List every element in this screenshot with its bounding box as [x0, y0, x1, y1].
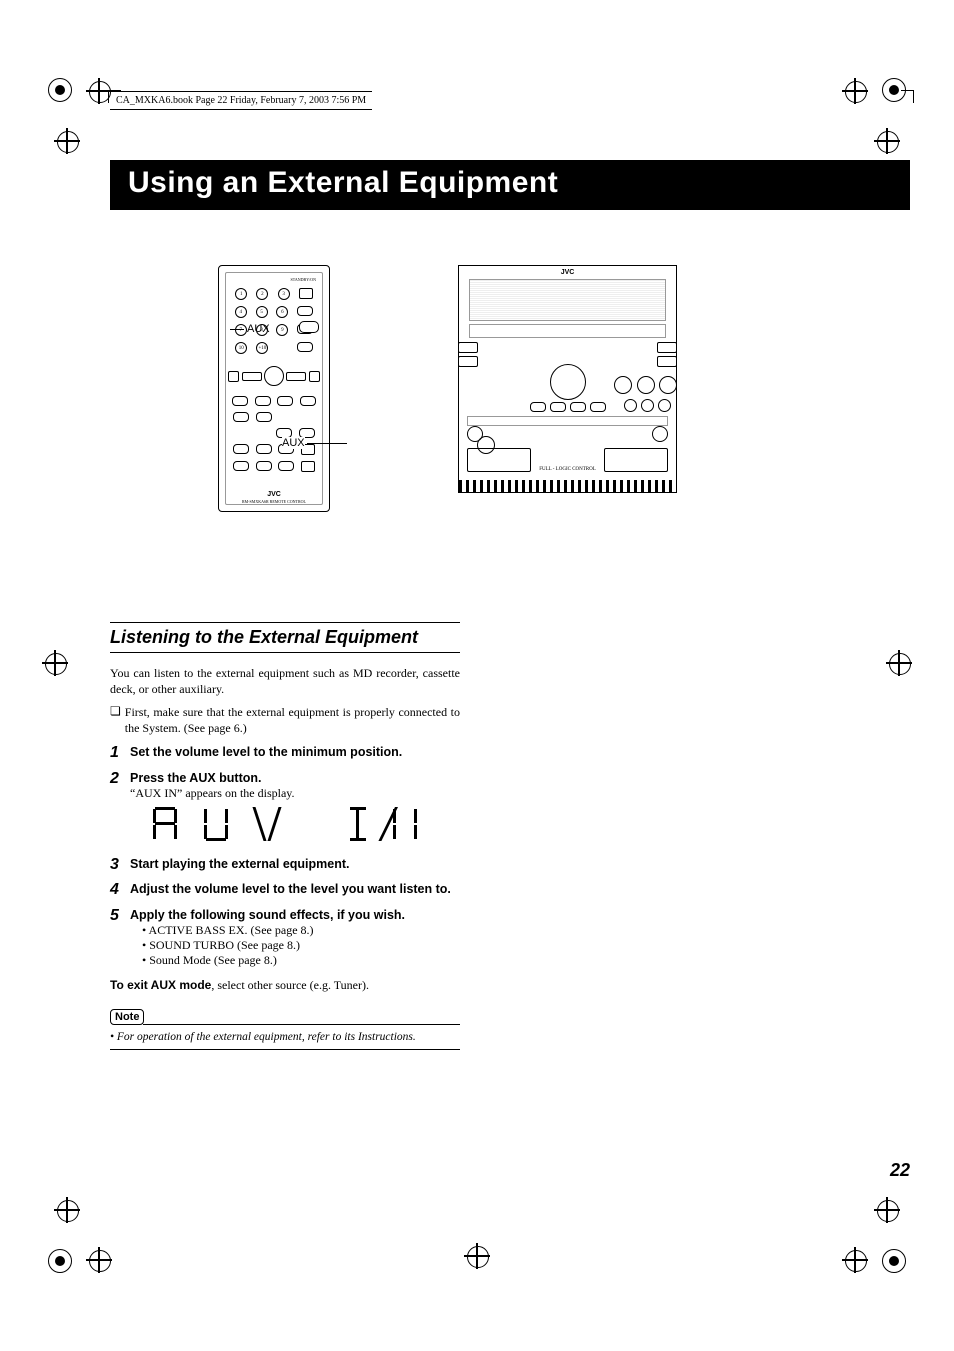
system-logo: JVC [561, 269, 575, 276]
remote-aux-button-highlight [299, 321, 319, 333]
step-text: Adjust the volume level to the level you… [130, 881, 460, 899]
section-title: Listening to the External Equipment [110, 627, 460, 648]
note-box: Note • For operation of the external equ… [110, 1009, 460, 1050]
crop-mark [54, 128, 80, 154]
leader-line [307, 443, 347, 444]
step-4: 4 Adjust the volume level to the level y… [110, 881, 460, 899]
page-number: 22 [890, 1160, 910, 1181]
step-bullet: • Sound Mode (See page 8.) [130, 953, 460, 968]
step-number: 1 [110, 744, 124, 762]
step-text: Start playing the external equipment. [130, 856, 460, 874]
step-1: 1 Set the volume level to the minimum po… [110, 744, 460, 762]
step-number: 5 [110, 907, 124, 968]
crop-mark [464, 1243, 490, 1269]
aux-label-system: AUX [282, 437, 305, 449]
step-text: Apply the following sound effects, if yo… [130, 907, 460, 923]
crop-mark [874, 1197, 900, 1223]
note-text: • For operation of the external equipmen… [110, 1031, 460, 1043]
step-text: Set the volume level to the minimum posi… [130, 744, 460, 762]
crop-mark [54, 1197, 80, 1223]
remote-illustration: STANDBY/ON 123 456 789 10+10 [218, 265, 330, 512]
step-bullet: • ACTIVE BASS EX. (See page 8.) [130, 923, 460, 938]
crop-mark [48, 78, 72, 102]
system-illustration: JVC [458, 265, 677, 493]
step-text: Press the AUX button. [130, 770, 460, 786]
crop-mark [86, 1247, 112, 1273]
leader-line [230, 329, 244, 330]
remote-sublogo: RM-SMXKA6R REMOTE CONTROL [226, 499, 322, 504]
precondition-text: First, make sure that the external equip… [125, 704, 460, 736]
crop-mark [842, 1247, 868, 1273]
page-title: Using an External Equipment [110, 160, 910, 210]
square-bullet-icon: ❏ [110, 704, 121, 736]
step-number: 3 [110, 856, 124, 874]
diagram-row: STANDBY/ON 123 456 789 10+10 [110, 265, 910, 512]
section-rule [110, 652, 460, 653]
step-number: 2 [110, 770, 124, 801]
step-subtext: “AUX IN” appears on the display. [130, 786, 460, 801]
intro-text: You can listen to the external equipment… [110, 665, 460, 697]
step-5: 5 Apply the following sound effects, if … [110, 907, 460, 968]
crop-mark [882, 1249, 906, 1273]
remote-logo: JVC [226, 491, 322, 498]
display-readout [110, 807, 460, 848]
aux-label-remote: AUX [247, 323, 270, 335]
step-number: 4 [110, 881, 124, 899]
running-head: CA_MXKA6.book Page 22 Friday, February 7… [110, 91, 372, 110]
crop-mark [48, 1249, 72, 1273]
exit-instruction: To exit AUX mode, select other source (e… [110, 978, 460, 993]
step-3: 3 Start playing the external equipment. [110, 856, 460, 874]
crop-mark [42, 650, 68, 676]
note-tag: Note [110, 1009, 144, 1025]
step-2: 2 Press the AUX button. “AUX IN” appears… [110, 770, 460, 801]
section-rule [110, 622, 460, 623]
step-bullet: • SOUND TURBO (See page 8.) [130, 938, 460, 953]
